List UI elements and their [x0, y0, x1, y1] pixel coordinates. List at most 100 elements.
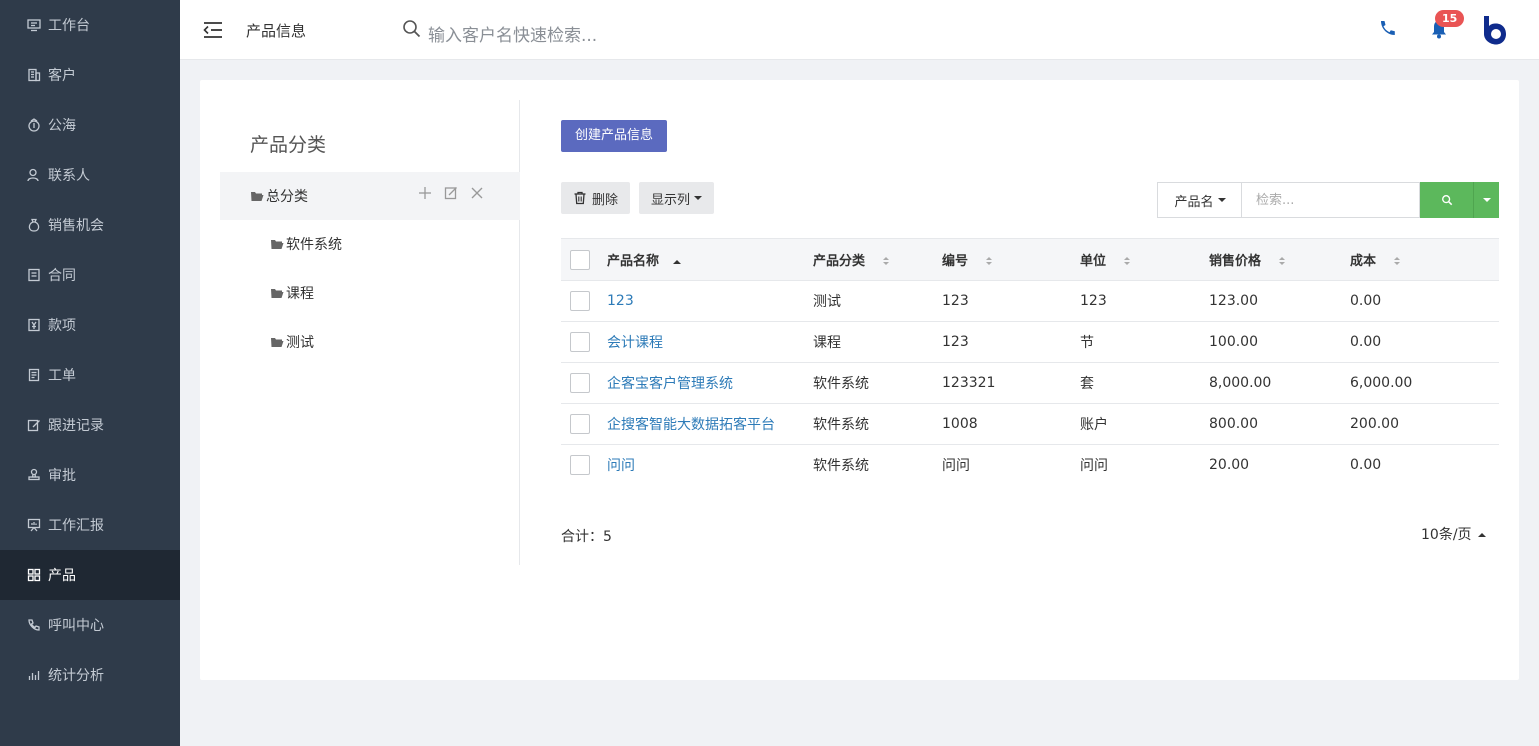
delete-category-icon[interactable]	[470, 186, 484, 200]
call-icon	[26, 617, 42, 633]
product-table: 产品名称 产品分类 编号 单位 销售价格 成本 123 测试 123 123 1…	[561, 238, 1499, 486]
sidebar-item-contacts[interactable]: 联系人	[0, 150, 180, 200]
brand-logo-icon	[1484, 16, 1506, 45]
category-item-label: 测试	[286, 335, 314, 351]
product-name-link[interactable]: 问问	[607, 458, 635, 474]
create-product-button[interactable]: 创建产品信息	[561, 120, 668, 152]
columns-dropdown-button[interactable]: 显示列	[639, 182, 715, 214]
sidebar-item-approvals[interactable]: 审批	[0, 450, 180, 500]
page-title: 产品信息	[246, 22, 307, 40]
category-item-course[interactable]: 课程	[270, 278, 314, 308]
sidebar-item-label: 工单	[48, 368, 76, 384]
product-name-link[interactable]: 企客宝客户管理系统	[607, 376, 733, 392]
product-unit-cell: 123	[1080, 280, 1209, 322]
sidebar-item-followups[interactable]: 跟进记录	[0, 400, 180, 450]
column-header-cost[interactable]: 成本	[1350, 238, 1499, 281]
top-header: 产品信息 15	[180, 0, 1539, 60]
sidebar-item-products[interactable]: 产品	[0, 550, 180, 600]
sidebar-item-customers[interactable]: 客户	[0, 50, 180, 100]
column-header-unit[interactable]: 单位	[1080, 238, 1209, 281]
category-item-label: 课程	[286, 286, 314, 302]
table-row: 会计课程 课程 123 节 100.00 0.00	[561, 321, 1499, 363]
sidebar-item-label: 审批	[48, 468, 76, 484]
row-checkbox[interactable]	[570, 291, 590, 311]
folder-icon	[271, 289, 284, 298]
sidebar-item-dashboard[interactable]: 工作台	[0, 0, 180, 50]
product-unit-cell: 节	[1080, 321, 1209, 363]
product-name-link[interactable]: 企搜客智能大数据拓客平台	[607, 417, 775, 433]
sidebar-item-public-sea[interactable]: 公海	[0, 100, 180, 150]
product-unit-cell: 问问	[1080, 458, 1108, 475]
folder-open-icon	[251, 192, 264, 201]
column-header-category[interactable]: 产品分类	[813, 238, 942, 281]
trash-icon	[574, 191, 586, 205]
sidebar-item-analytics[interactable]: 统计分析	[0, 650, 180, 700]
row-checkbox[interactable]	[570, 414, 590, 434]
table-header-row: 产品名称 产品分类 编号 单位 销售价格 成本	[561, 238, 1499, 281]
product-unit-cell: 套	[1080, 362, 1209, 404]
search-icon	[1441, 195, 1452, 206]
sidebar-item-label: 产品	[48, 568, 76, 584]
table-row: 问问 软件系统 问问 问问 20.00 0.00	[561, 445, 1499, 486]
page-size-selector[interactable]: 10条/页	[1421, 524, 1486, 544]
caret-up-icon	[1477, 533, 1486, 537]
product-price-cell: 20.00	[1209, 457, 1250, 474]
menu-toggle-icon[interactable]	[202, 20, 224, 40]
edit-category-icon[interactable]	[444, 186, 458, 200]
category-item-test[interactable]: 测试	[270, 327, 314, 357]
sidebar-item-opportunities[interactable]: 销售机会	[0, 200, 180, 250]
sidebar-item-contracts[interactable]: 合同	[0, 250, 180, 300]
product-name-link[interactable]: 123	[607, 293, 634, 309]
sidebar-item-label: 客户	[48, 68, 76, 84]
page-size-label: 10条/页	[1421, 527, 1472, 543]
sidebar-item-tickets[interactable]: 工单	[0, 350, 180, 400]
chart-icon	[26, 667, 42, 683]
column-header-code[interactable]: 编号	[942, 238, 1080, 281]
row-checkbox[interactable]	[570, 455, 590, 476]
sidebar-item-label: 跟进记录	[48, 418, 104, 434]
product-name-link[interactable]: 会计课程	[607, 335, 663, 351]
building-icon	[26, 67, 42, 83]
sidebar-item-label: 工作台	[48, 18, 90, 34]
sidebar-item-label: 统计分析	[48, 668, 104, 684]
sidebar: 工作台 客户 公海 联系人 销售机会 合同 款项 工单 跟进记录 审批 工作汇报	[0, 0, 180, 746]
grid-icon	[26, 567, 42, 583]
filter-field-select[interactable]: 产品名	[1157, 182, 1242, 218]
sort-icon	[1124, 256, 1131, 267]
table-row: 企客宝客户管理系统 软件系统 123321 套 8,000.00 6,000.0…	[561, 362, 1499, 404]
sidebar-item-work-reports[interactable]: 工作汇报	[0, 500, 180, 550]
sea-icon	[26, 117, 42, 133]
delete-button-label: 删除	[592, 192, 619, 208]
customer-search-input[interactable]	[428, 22, 748, 50]
product-price-cell: 800.00	[1209, 403, 1350, 445]
sidebar-item-call-center[interactable]: 呼叫中心	[0, 600, 180, 650]
filter-search-button[interactable]	[1420, 182, 1473, 218]
product-cost-cell: 0.00	[1350, 321, 1499, 363]
sort-icon	[1394, 256, 1401, 267]
report-icon	[26, 517, 42, 533]
add-category-icon[interactable]	[418, 186, 432, 200]
payment-icon	[26, 317, 42, 333]
notification-badge: 15	[1435, 10, 1465, 27]
search-icon	[403, 20, 421, 38]
category-item-software[interactable]: 软件系统	[270, 229, 342, 259]
row-checkbox[interactable]	[570, 373, 590, 393]
filter-search-input[interactable]	[1241, 182, 1420, 218]
category-root-label: 总分类	[266, 189, 308, 205]
product-code-cell: 123321	[942, 362, 1080, 404]
column-header-name[interactable]: 产品名称	[607, 238, 813, 281]
select-all-checkbox[interactable]	[570, 249, 590, 270]
content-card: 产品分类 总分类 软件系统 课程 测试 创建产品信息 删除 显示列 产品名 检索…	[200, 80, 1519, 680]
category-root[interactable]: 总分类	[220, 172, 520, 220]
column-header-price[interactable]: 销售价格	[1209, 238, 1350, 281]
folder-icon	[271, 240, 284, 249]
row-checkbox[interactable]	[570, 332, 590, 352]
phone-icon[interactable]	[1376, 18, 1398, 40]
delete-button[interactable]: 删除	[561, 182, 631, 214]
stamp-icon	[26, 467, 42, 483]
caret-down-icon	[1482, 198, 1491, 202]
sidebar-item-payments[interactable]: 款项	[0, 300, 180, 350]
filter-options-button[interactable]	[1473, 182, 1499, 218]
money-bag-icon	[26, 217, 42, 233]
edit-icon	[26, 417, 42, 433]
